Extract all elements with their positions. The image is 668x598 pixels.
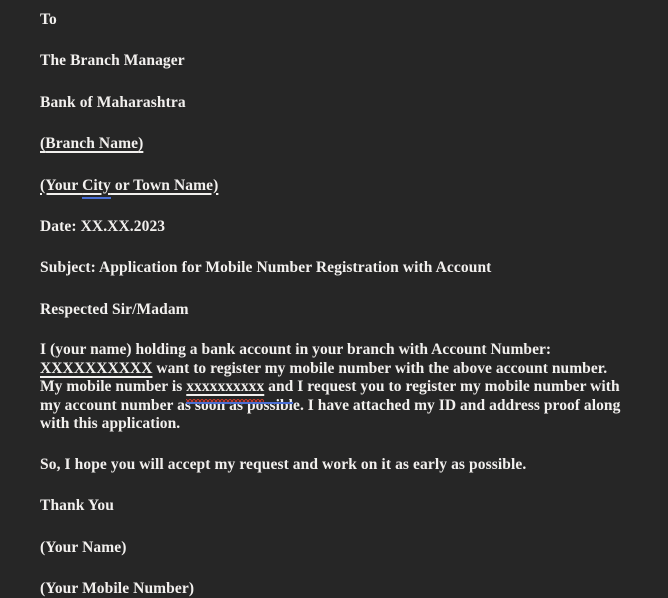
line-thanks: Thank You — [40, 496, 630, 515]
date-text: Date: XX.XX.2023 — [40, 217, 166, 235]
city-placeholder-underlined: (Your City or Town Name) — [40, 177, 218, 194]
city-suffix-text: or Town Name) — [110, 176, 219, 194]
line-bank-name: Bank of Maharashtra — [40, 93, 630, 112]
city-word-link[interactable]: City — [82, 177, 111, 194]
closing-request-text: So, I hope you will accept my request an… — [40, 455, 527, 473]
line-date: Date: XX.XX.2023 — [40, 217, 630, 236]
line-subject: Subject: Application for Mobile Number R… — [40, 258, 630, 277]
account-number-mask: XXXXXXXXXX — [40, 359, 153, 377]
recipient-title-text: The Branch Manager — [40, 52, 185, 70]
line-to: To — [40, 10, 630, 29]
branch-paren-close: ) — [138, 135, 144, 153]
bank-name-text: Bank of Maharashtra — [40, 93, 186, 111]
sender-name-placeholder: (Your Name) — [40, 538, 127, 556]
body-part-one: I (your name) holding a bank account in … — [40, 341, 552, 358]
body-linked-and: and — [264, 378, 294, 396]
branch-placeholder-text: Branch Name — [45, 135, 139, 153]
line-branch-placeholder: (Branch Name) — [40, 134, 630, 153]
line-sender-mobile: (Your Mobile Number) — [40, 579, 630, 598]
line-respected: Respected Sir/Madam — [40, 300, 630, 319]
city-prefix-text: (Your — [40, 176, 83, 194]
line-recipient-title: The Branch Manager — [40, 51, 630, 70]
line-sender-name: (Your Name) — [40, 538, 630, 557]
to-label: To — [40, 11, 57, 28]
letter-document: To The Branch Manager Bank of Maharashtr… — [0, 0, 668, 597]
thanks-text: Thank You — [40, 497, 114, 515]
respected-text: Respected Sir/Madam — [40, 300, 189, 318]
subject-text: Subject: Application for Mobile Number R… — [40, 259, 492, 277]
sender-mobile-placeholder: (Your Mobile Number) — [40, 580, 195, 598]
branch-placeholder-underlined: (Branch Name) — [40, 135, 143, 152]
mobile-number-mask: xxxxxxxxxx — [186, 378, 265, 403]
body-paragraph: I (your name) holding a bank account in … — [40, 341, 630, 434]
line-closing-request: So, I hope you will accept my request an… — [40, 455, 630, 474]
line-city-placeholder: (Your City or Town Name) — [40, 176, 630, 195]
mobile-number-grammar-group[interactable]: xxxxxxxxxx and — [186, 378, 294, 404]
